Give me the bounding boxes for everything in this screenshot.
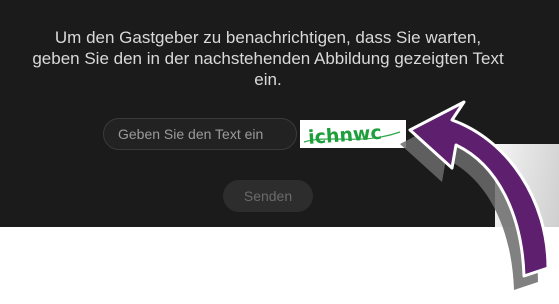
captcha-text-input[interactable] xyxy=(103,118,297,150)
instruction-text: Um den Gastgeber zu benachrichtigen, das… xyxy=(32,28,504,89)
captcha-text: ichnwc xyxy=(307,122,382,148)
background-window-fragment xyxy=(495,144,559,227)
captcha-dialog: Um den Gastgeber zu benachrichtigen, das… xyxy=(0,0,559,227)
send-button[interactable]: Senden xyxy=(223,180,313,212)
captcha-image: ichnwc xyxy=(300,120,406,148)
